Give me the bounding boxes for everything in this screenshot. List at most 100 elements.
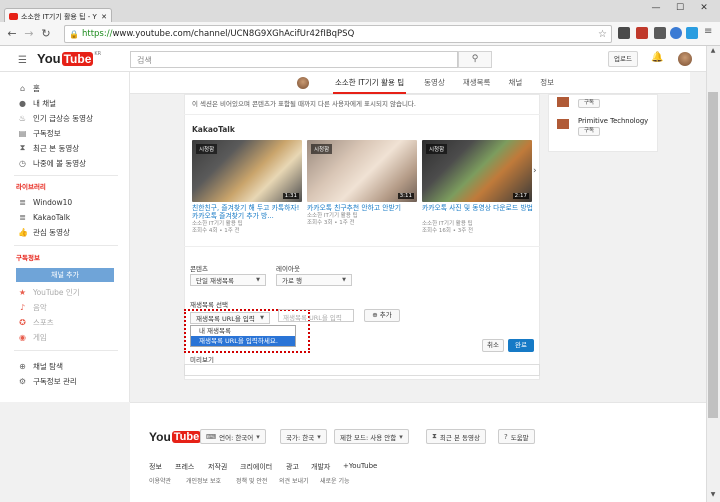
subscribe-button[interactable]: 구독 bbox=[578, 127, 600, 136]
sidebar-item-liked-videos[interactable]: 👍 관심 동영상 bbox=[18, 226, 70, 238]
profile-extension-icon[interactable] bbox=[670, 27, 682, 39]
subscribe-button[interactable]: 구독 bbox=[578, 99, 600, 108]
sidebar-divider bbox=[14, 175, 118, 176]
video-title-link[interactable]: 카카오톡 친구추천 안하고 안받기 bbox=[307, 204, 419, 212]
sidebar-item-watch-later[interactable]: ◷ 나중에 볼 동영상 bbox=[18, 157, 86, 169]
search-button[interactable]: ⚲ bbox=[458, 51, 492, 68]
content-select[interactable]: 단일 재생목록 ▼ bbox=[190, 274, 266, 286]
restricted-mode-button[interactable]: 제한 모드: 사용 안함 ▾ bbox=[334, 429, 409, 444]
notifications-bell-icon[interactable]: 🔔 bbox=[651, 52, 663, 63]
history-button[interactable]: ⧗ 최근 본 동영상 bbox=[426, 429, 486, 444]
channel-thumbnail[interactable] bbox=[556, 96, 570, 108]
add-button[interactable]: ⊕ 추가 bbox=[364, 309, 400, 322]
maximize-button[interactable]: ☐ bbox=[668, 0, 692, 16]
add-channel-button[interactable]: 채널 추가 bbox=[16, 268, 114, 282]
forward-arrow-icon[interactable]: → bbox=[22, 27, 36, 41]
youtube-logo[interactable]: You Tube KR bbox=[37, 51, 101, 66]
video-thumbnail[interactable]: 시청함 2:17 bbox=[422, 140, 532, 202]
language-button[interactable]: ⌨ 언어: 한국어 ▾ bbox=[200, 429, 266, 444]
footer-link-about[interactable]: 정보 bbox=[149, 462, 162, 472]
done-button[interactable]: 완료 bbox=[508, 339, 534, 352]
sidebar-item-kakaotalk[interactable]: ≣ KakaoTalk bbox=[18, 211, 70, 223]
reload-icon[interactable]: ↻ bbox=[39, 27, 53, 41]
dropdown-option-enter-url[interactable]: 재생목록 URL을 입력하세요. bbox=[191, 336, 295, 346]
back-arrow-icon[interactable]: ← bbox=[5, 27, 19, 41]
clock-icon: ◷ bbox=[19, 158, 26, 168]
lock-icon: 🔒 bbox=[69, 29, 79, 39]
footer-youtube-logo[interactable]: You Tube bbox=[149, 430, 202, 444]
footer-link-feedback[interactable]: 의견 보내기 bbox=[279, 476, 309, 485]
video-thumbnail[interactable]: 시청함 3:11 bbox=[307, 140, 417, 202]
tab-channel-home[interactable]: 소소한 IT기기 활용 팁 bbox=[333, 72, 407, 94]
tab-playlists[interactable]: 재생목록 bbox=[463, 77, 491, 88]
dropdown-option-my-playlists[interactable]: 내 재생목록 bbox=[191, 326, 295, 336]
sidebar-sub-music[interactable]: ♪ 음악 bbox=[18, 301, 47, 313]
watched-badge: 시청함 bbox=[426, 144, 448, 154]
sidebar-item-window10[interactable]: ≣ Window10 bbox=[18, 196, 72, 208]
upload-button[interactable]: 업로드 bbox=[608, 51, 638, 67]
footer-link-creators[interactable]: 크리에이터 bbox=[240, 462, 272, 472]
video-thumbnail[interactable]: 시청함 1:31 bbox=[192, 140, 302, 202]
sidebar-item-trending[interactable]: ♨ 인기 급상승 동영상 bbox=[18, 112, 93, 124]
extension-icon[interactable] bbox=[686, 27, 698, 39]
video-title-link[interactable]: 친한친구, 즐겨찾기 해 두고 카톡하자! 카카오톡 즐겨찾기 추가 방... bbox=[192, 204, 304, 220]
subscriptions-icon: ▤ bbox=[18, 128, 27, 138]
footer-link-terms[interactable]: 이용약관 bbox=[149, 476, 171, 485]
gear-icon: ⚙ bbox=[18, 376, 27, 386]
bookmark-star-icon[interactable]: ☆ bbox=[598, 29, 607, 40]
footer-link-whats-new[interactable]: 새로운 기능 bbox=[320, 476, 350, 485]
layout-select[interactable]: 가로 행 ▼ bbox=[276, 274, 352, 286]
guide-menu-icon[interactable]: ☰ bbox=[18, 55, 27, 66]
sidebar-item-history[interactable]: ⧗ 최근 본 동영상 bbox=[18, 142, 79, 154]
footer-link-policy-safety[interactable]: 정책 및 안전 bbox=[236, 476, 267, 485]
sidebar-sub-youtube-popular[interactable]: ★ YouTube 인기 bbox=[18, 286, 80, 298]
address-bar[interactable]: 🔒 https://www.youtube.com/channel/UCN8G9… bbox=[64, 25, 612, 43]
sidebar-item-manage-subscriptions[interactable]: ⚙ 구독정보 관리 bbox=[18, 375, 77, 387]
preview-label: 미리보기 bbox=[190, 356, 214, 364]
tab-about[interactable]: 정보 bbox=[540, 77, 554, 88]
scrollbar-thumb[interactable] bbox=[708, 92, 718, 418]
channel-thumbnail[interactable] bbox=[556, 118, 570, 130]
footer bbox=[130, 402, 706, 502]
carousel-next-arrow-icon[interactable]: › bbox=[533, 166, 537, 176]
extension-icon[interactable] bbox=[618, 27, 630, 39]
extension-icon[interactable] bbox=[654, 27, 666, 39]
sidebar-sub-sports[interactable]: ✪ 스포츠 bbox=[18, 316, 54, 328]
video-title-link[interactable]: 카카오톡 사진 및 동영상 다운로드 방법 bbox=[422, 204, 534, 212]
channel-name-link[interactable]: Primitive Technology bbox=[578, 117, 648, 125]
help-icon: ? bbox=[504, 432, 508, 441]
tab-close-icon[interactable]: ✕ bbox=[101, 13, 107, 21]
chevron-down-icon: ▼ bbox=[256, 277, 260, 283]
pdf-extension-icon[interactable] bbox=[636, 27, 648, 39]
video-meta: 조회수 3회 • 1주 전 bbox=[307, 220, 355, 226]
playlist-url-input[interactable]: 재생목록 URL을 입력 bbox=[278, 309, 354, 322]
flame-icon: ♨ bbox=[18, 113, 27, 123]
sidebar-sub-gaming[interactable]: ◉ 게임 bbox=[18, 331, 47, 343]
playlist-title: KakaoTalk bbox=[192, 125, 235, 134]
minimize-button[interactable]: — bbox=[644, 0, 668, 16]
menu-icon[interactable]: ≡ bbox=[704, 26, 712, 37]
footer-link-copyright[interactable]: 저작권 bbox=[208, 462, 227, 472]
sidebar-item-subscriptions[interactable]: ▤ 구독정보 bbox=[18, 127, 61, 139]
footer-link-press[interactable]: 프레스 bbox=[175, 462, 194, 472]
search-input[interactable]: 검색 bbox=[130, 51, 458, 68]
playlist-source-select[interactable]: 재생목록 URL을 입력 ▼ bbox=[190, 312, 270, 324]
help-button[interactable]: ? 도움말 bbox=[498, 429, 535, 444]
scroll-down-arrow-icon[interactable]: ▼ bbox=[707, 491, 719, 501]
sidebar-item-browse-channels[interactable]: ⊕ 채널 탐색 bbox=[18, 360, 63, 372]
tab-channels[interactable]: 채널 bbox=[508, 77, 522, 88]
footer-link-privacy[interactable]: 개인정보 보호 bbox=[186, 476, 221, 485]
cancel-button[interactable]: 취소 bbox=[482, 339, 504, 352]
footer-link-developers[interactable]: 개발자 bbox=[311, 462, 330, 472]
footer-link-plus-youtube[interactable]: +YouTube bbox=[343, 462, 377, 470]
sidebar-item-home[interactable]: ⌂ 홈 bbox=[18, 82, 40, 94]
footer-link-advertise[interactable]: 광고 bbox=[286, 462, 299, 472]
person-icon: ● bbox=[19, 98, 26, 108]
close-window-button[interactable]: ✕ bbox=[692, 0, 716, 16]
country-button[interactable]: 국가: 한국 ▾ bbox=[280, 429, 327, 444]
avatar[interactable] bbox=[678, 52, 692, 66]
sidebar-item-my-channel[interactable]: ● 내 채널 bbox=[18, 97, 56, 109]
scroll-up-arrow-icon[interactable]: ▲ bbox=[707, 47, 719, 57]
tab-videos[interactable]: 동영상 bbox=[424, 77, 445, 88]
home-icon: ⌂ bbox=[19, 83, 26, 93]
